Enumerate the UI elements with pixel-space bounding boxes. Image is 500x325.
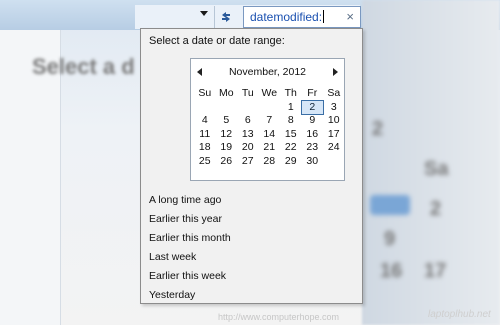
- text-caret: [323, 10, 325, 23]
- calendar-day[interactable]: 29: [280, 155, 302, 169]
- calendar-day[interactable]: 14: [259, 128, 281, 142]
- calendar-day[interactable]: 26: [216, 155, 238, 169]
- chevron-down-icon[interactable]: [200, 11, 208, 16]
- background-calendar-strip: 2 Sa 2 9 16 17: [362, 0, 500, 325]
- refresh-button[interactable]: [214, 6, 237, 28]
- weekday-header: Su: [198, 87, 212, 99]
- date-range-option[interactable]: Yesterday: [149, 286, 231, 305]
- calendar-day[interactable]: 21: [259, 141, 281, 155]
- date-range-option[interactable]: Earlier this week: [149, 267, 231, 286]
- calendar-day[interactable]: 19: [216, 141, 238, 155]
- calendar-day[interactable]: 16: [302, 128, 324, 142]
- calendar-day[interactable]: 12: [216, 128, 238, 142]
- calendar-day[interactable]: 9: [302, 114, 324, 128]
- popup-title: Select a date or date range:: [149, 35, 285, 47]
- weekday-header: Fr: [307, 87, 318, 99]
- calendar-day[interactable]: 28: [259, 155, 281, 169]
- calendar-day[interactable]: 24: [323, 141, 345, 155]
- calendar-empty-cell: [216, 101, 238, 115]
- calendar-day[interactable]: 11: [194, 128, 216, 142]
- date-picker-popup: Select a date or date range: November, 2…: [140, 28, 363, 304]
- search-query-text: datemodified:: [250, 10, 325, 24]
- calendar-empty-cell: [323, 155, 345, 169]
- next-month-button[interactable]: [333, 68, 338, 76]
- calendar-day[interactable]: 8: [280, 114, 302, 128]
- calendar-day[interactable]: 18: [194, 141, 216, 155]
- calendar-day-selected[interactable]: 2: [300, 99, 324, 116]
- calendar: November, 2012 Su Mo Tu We Th Fr Sa 1 2 3 4 5 6 7 8 9 10…: [190, 58, 345, 181]
- calendar-day[interactable]: 4: [194, 114, 216, 128]
- calendar-empty-cell: [259, 101, 281, 115]
- background-calendar-text: Sa: [424, 158, 449, 180]
- weekday-header: Mo: [218, 87, 234, 99]
- background-calendar-text: 2: [372, 118, 384, 140]
- calendar-day[interactable]: 17: [323, 128, 345, 142]
- watermark-url: http://www.computerhope.com: [218, 312, 340, 322]
- weekday-header: Sa: [327, 87, 341, 99]
- background-selected-day: [370, 195, 410, 215]
- weekday-header: We: [261, 87, 278, 99]
- calendar-day[interactable]: 25: [194, 155, 216, 169]
- date-range-list: A long time ago Earlier this year Earlier …: [149, 191, 231, 305]
- calendar-day[interactable]: 10: [323, 114, 345, 128]
- calendar-day[interactable]: 15: [280, 128, 302, 142]
- date-range-option[interactable]: A long time ago: [149, 191, 231, 210]
- date-range-option[interactable]: Earlier this year: [149, 210, 231, 229]
- background-calendar-text: 2: [430, 198, 442, 220]
- search-query-value: datemodified:: [250, 10, 323, 24]
- calendar-empty-cell: [237, 101, 259, 115]
- background-calendar-text: 9: [384, 228, 396, 250]
- calendar-day[interactable]: 27: [237, 155, 259, 169]
- calendar-day[interactable]: 30: [302, 155, 324, 169]
- calendar-day[interactable]: 7: [259, 114, 281, 128]
- calendar-day[interactable]: 1: [280, 101, 302, 115]
- background-calendar-text: 17: [424, 260, 447, 282]
- calendar-day[interactable]: 3: [323, 101, 345, 115]
- weekday-header: Tu: [241, 87, 254, 99]
- calendar-grid: Su Mo Tu We Th Fr Sa 1 2 3 4 5 6 7 8 9 10 11 12 13 14 15 16 17 1…: [194, 87, 345, 169]
- background-title: Select a d: [32, 54, 135, 79]
- search-input[interactable]: datemodified: ×: [243, 6, 361, 28]
- date-range-option[interactable]: Last week: [149, 248, 231, 267]
- calendar-day[interactable]: 22: [280, 141, 302, 155]
- close-icon[interactable]: ×: [346, 9, 354, 24]
- calendar-day[interactable]: 13: [237, 128, 259, 142]
- watermark-logo: laptoplhub.net: [428, 309, 491, 320]
- refresh-icon: [222, 12, 230, 22]
- calendar-day[interactable]: 5: [216, 114, 238, 128]
- calendar-month-label[interactable]: November, 2012: [191, 66, 344, 78]
- calendar-day[interactable]: 6: [237, 114, 259, 128]
- calendar-day[interactable]: 20: [237, 141, 259, 155]
- calendar-day[interactable]: 23: [302, 141, 324, 155]
- calendar-empty-cell: [194, 101, 216, 115]
- date-range-option[interactable]: Earlier this month: [149, 229, 231, 248]
- weekday-header: Th: [284, 87, 297, 99]
- background-calendar-text: 16: [380, 260, 403, 282]
